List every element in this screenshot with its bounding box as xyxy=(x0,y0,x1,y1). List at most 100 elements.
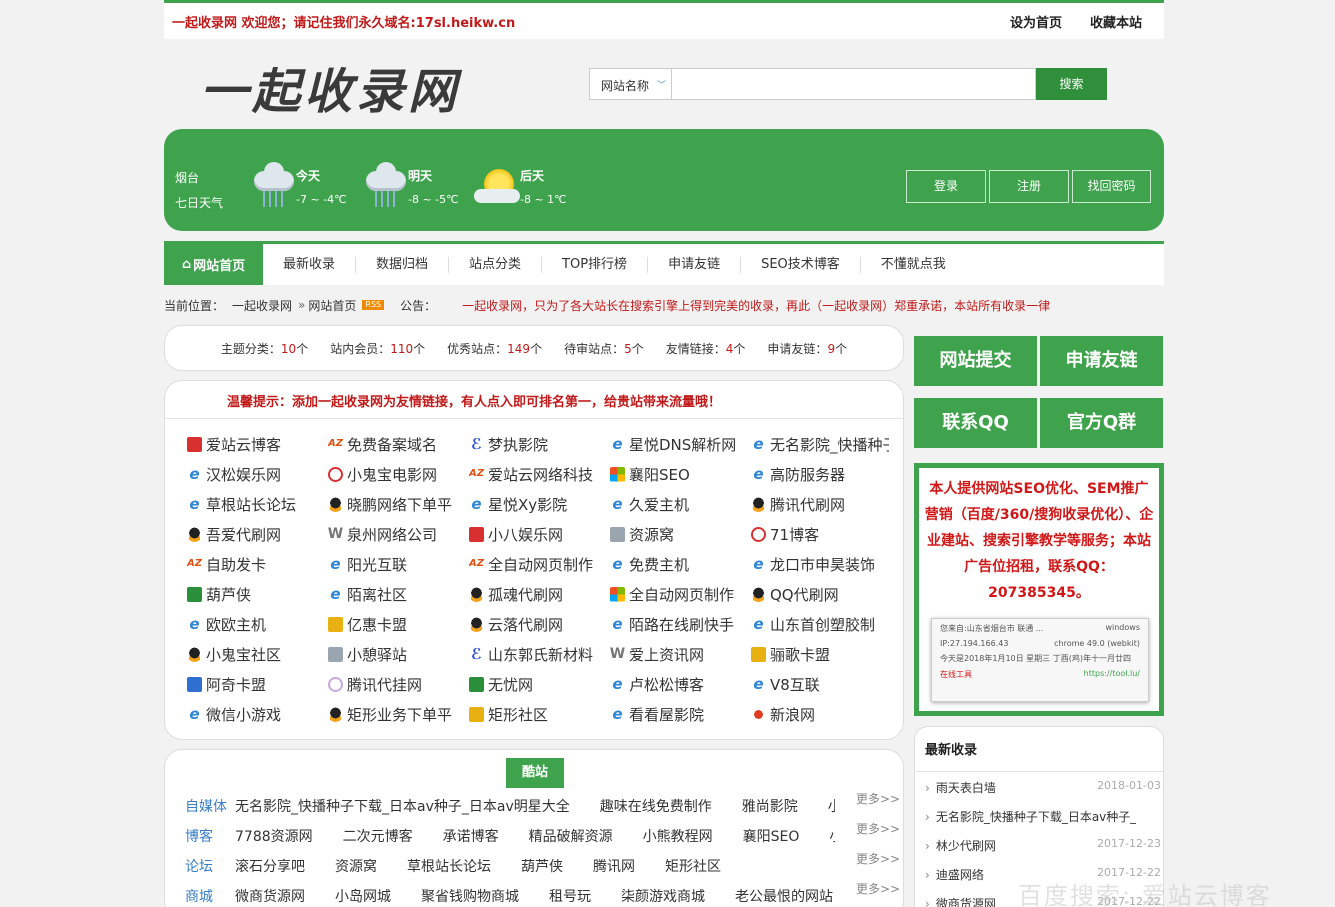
cool-site-link[interactable]: 精品破解资源 xyxy=(529,826,613,846)
breadcrumb-site[interactable]: 一起收录网 xyxy=(232,297,292,314)
friend-link[interactable]: ℰ 梦执影院 xyxy=(469,429,607,459)
cool-site-link[interactable]: 资源窝 xyxy=(335,856,377,876)
friend-link[interactable]: 阿奇卡盟 xyxy=(187,669,325,699)
friend-link[interactable]: 71博客 xyxy=(751,519,889,549)
cool-site-link[interactable]: 老公最恨的网站 xyxy=(735,886,833,906)
recover-password-button[interactable]: 找回密码 xyxy=(1072,170,1151,203)
friend-link[interactable]: AZ 免费备案域名 xyxy=(328,429,466,459)
rss-icon[interactable]: RSS xyxy=(362,300,385,310)
cool-category[interactable]: 博客 xyxy=(185,826,235,846)
friend-link[interactable]: 无忧网 xyxy=(469,669,607,699)
friend-link[interactable]: 骊歌卡盟 xyxy=(751,639,889,669)
friend-link[interactable]: ℰ 山东郭氏新材料 xyxy=(469,639,607,669)
cool-site-link[interactable]: 微商货源网 xyxy=(235,886,305,906)
cool-site-link[interactable]: 聚省钱购物商城 xyxy=(421,886,519,906)
friend-link[interactable]: e 看看屋影院 xyxy=(610,699,748,729)
cool-site-link[interactable]: 草根站长论坛 xyxy=(407,856,491,876)
friend-link[interactable]: 矩形社区 xyxy=(469,699,607,729)
cool-site-link[interactable]: 7788资源网 xyxy=(235,826,313,846)
more-link[interactable]: 更多>> xyxy=(856,850,900,867)
nav-item-seo-blog[interactable]: SEO技术博客 xyxy=(741,256,861,273)
friend-link[interactable]: 新浪网 xyxy=(751,699,889,729)
friend-link[interactable]: 孤魂代刷网 xyxy=(469,579,607,609)
friend-link[interactable]: e 免费主机 xyxy=(610,549,748,579)
friend-link[interactable]: 小鬼宝电影网 xyxy=(328,459,466,489)
cool-site-link[interactable]: 滚石分享吧 xyxy=(235,856,305,876)
friend-link[interactable]: 亿惠卡盟 xyxy=(328,609,466,639)
apply-link-button[interactable]: 申请友链 xyxy=(1040,336,1163,386)
friend-link[interactable]: 矩形业务下单平 xyxy=(328,699,466,729)
contact-qq-button[interactable]: 联系QQ xyxy=(914,398,1037,448)
register-button[interactable]: 注册 xyxy=(989,170,1069,203)
cool-site-link[interactable]: 小 xyxy=(829,826,835,846)
breadcrumb-page[interactable]: 网站首页 xyxy=(308,297,356,314)
friend-link[interactable]: AZ 爱站云网络科技 xyxy=(469,459,607,489)
cool-site-link[interactable]: 柒颜游戏商城 xyxy=(621,886,705,906)
cool-site-link[interactable]: 趣味在线免费制作 xyxy=(600,796,712,816)
friend-link[interactable]: e 草根站长论坛 xyxy=(187,489,325,519)
friend-link[interactable]: e V8互联 xyxy=(751,669,889,699)
cool-site-link[interactable]: 二次元博客 xyxy=(343,826,413,846)
friend-link[interactable]: e 阳光互联 xyxy=(328,549,466,579)
friend-link[interactable]: 资源窝 xyxy=(610,519,748,549)
friend-link[interactable]: e 陌路在线刷快手 xyxy=(610,609,748,639)
latest-item[interactable]: 无名影院_快播种子下载_日本av种子_ xyxy=(925,808,1161,825)
friend-link[interactable]: e 卢松松博客 xyxy=(610,669,748,699)
friend-link[interactable]: e 星悦Xy影院 xyxy=(469,489,607,519)
friend-link[interactable]: W 爱上资讯网 xyxy=(610,639,748,669)
friend-link[interactable]: AZ 全自动网页制作 xyxy=(469,549,607,579)
friend-link[interactable]: e 无名影院_快播种子 xyxy=(751,429,889,459)
cool-site-link[interactable]: 承诺博客 xyxy=(443,826,499,846)
friend-link[interactable]: AZ 自助发卡 xyxy=(187,549,325,579)
friend-link[interactable]: e 高防服务器 xyxy=(751,459,889,489)
bookmark-link[interactable]: 收藏本站 xyxy=(1090,12,1142,31)
cool-site-link[interactable]: 矩形社区 xyxy=(665,856,721,876)
cool-site-link[interactable]: 襄阳SEO xyxy=(743,826,800,846)
nav-item-apply-link[interactable]: 申请友链 xyxy=(648,256,742,273)
friend-link[interactable]: 小鬼宝社区 xyxy=(187,639,325,669)
friend-link[interactable]: 爱站云博客 xyxy=(187,429,325,459)
more-link[interactable]: 更多>> xyxy=(856,790,900,807)
login-button[interactable]: 登录 xyxy=(906,170,986,203)
cool-site-link[interactable]: 小 xyxy=(828,796,835,816)
friend-link[interactable]: e 汉松娱乐网 xyxy=(187,459,325,489)
friend-link[interactable]: 吾爱代刷网 xyxy=(187,519,325,549)
search-button[interactable]: 搜索 xyxy=(1036,68,1107,100)
cool-category[interactable]: 自媒体 xyxy=(185,796,235,816)
more-link[interactable]: 更多>> xyxy=(856,820,900,837)
cool-site-link[interactable]: 雅尚影院 xyxy=(742,796,798,816)
nav-item-help[interactable]: 不懂就点我 xyxy=(861,257,966,273)
friend-link[interactable]: e 星悦DNS解析网 xyxy=(610,429,748,459)
nav-home[interactable]: ⌂ 网站首页 xyxy=(164,244,263,285)
site-logo[interactable]: 一起收录网 xyxy=(200,52,460,122)
nav-item-archive[interactable]: 数据归档 xyxy=(356,256,450,273)
friend-link[interactable]: e 欧欧主机 xyxy=(187,609,325,639)
friend-link[interactable]: 襄阳SEO xyxy=(610,459,748,489)
cool-category[interactable]: 商城 xyxy=(185,886,235,906)
nav-item-latest[interactable]: 最新收录 xyxy=(263,256,357,273)
latest-item[interactable]: 雨天表白墙 2018-01-03 xyxy=(925,779,1161,796)
cool-category[interactable]: 论坛 xyxy=(185,856,235,876)
cool-site-link[interactable]: 小熊教程网 xyxy=(643,826,713,846)
friend-link[interactable]: W 泉州网络公司 xyxy=(328,519,466,549)
friend-link[interactable]: 腾讯代刷网 xyxy=(751,489,889,519)
cool-site-link[interactable]: 租号玩 xyxy=(549,886,591,906)
search-type-select[interactable]: 网站名称 ﹀ xyxy=(589,68,671,100)
friend-link[interactable]: e 微信小游戏 xyxy=(187,699,325,729)
latest-item[interactable]: 林少代刷网 2017-12-23 xyxy=(925,837,1161,854)
more-link[interactable]: 更多>> xyxy=(856,880,900,897)
friend-link[interactable]: QQ代刷网 xyxy=(751,579,889,609)
cool-site-link[interactable]: 葫芦侠 xyxy=(521,856,563,876)
tool-url[interactable]: https://tool.lu/ xyxy=(1084,669,1140,680)
friend-link[interactable]: e 陌离社区 xyxy=(328,579,466,609)
set-home-link[interactable]: 设为首页 xyxy=(1010,12,1062,31)
friend-link[interactable]: e 龙口市申昊装饰 xyxy=(751,549,889,579)
friend-link[interactable]: e 山东首创塑胶制 xyxy=(751,609,889,639)
friend-link[interactable]: 葫芦侠 xyxy=(187,579,325,609)
cool-site-link[interactable]: 腾讯网 xyxy=(593,856,635,876)
friend-link[interactable]: 小憩驿站 xyxy=(328,639,466,669)
nav-item-top[interactable]: TOP排行榜 xyxy=(542,256,649,273)
friend-link[interactable]: 云落代刷网 xyxy=(469,609,607,639)
friend-link[interactable]: e 久爱主机 xyxy=(610,489,748,519)
qq-group-button[interactable]: 官方Q群 xyxy=(1040,398,1163,448)
